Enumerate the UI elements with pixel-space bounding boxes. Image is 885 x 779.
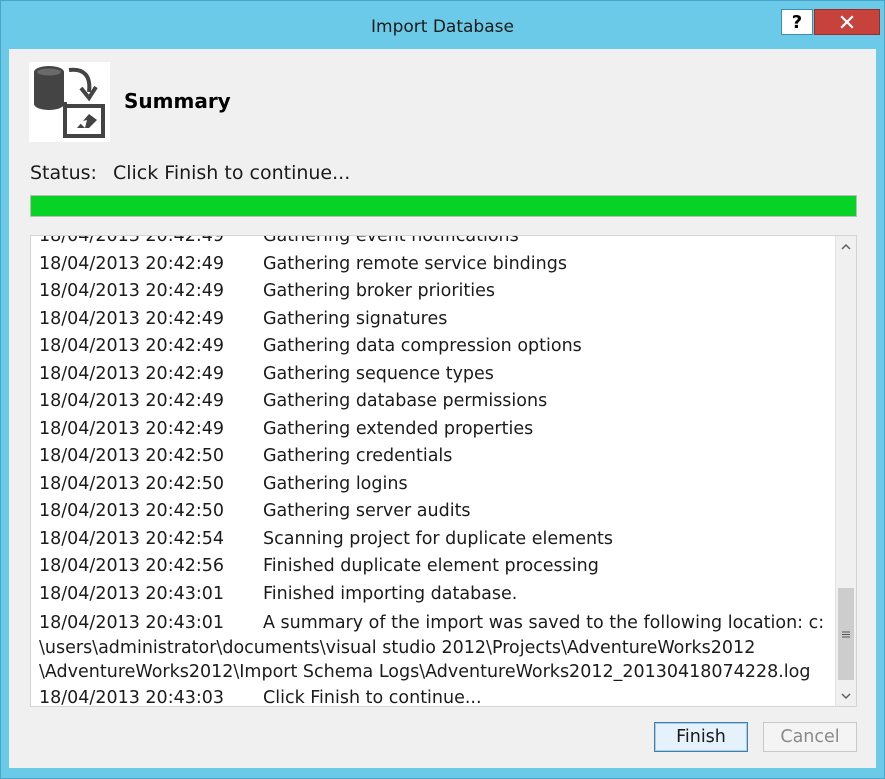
- dialog-window: Import Database ? Summary Status: Click …: [0, 0, 885, 779]
- log-message: Gathering data compression options: [263, 336, 582, 356]
- log-timestamp: 18/04/2013 20:43:03: [39, 687, 225, 707]
- log-row: 18/04/2013 20:42:49 Gathering data compre…: [39, 333, 829, 361]
- help-button[interactable]: ?: [781, 9, 813, 35]
- log-row: 18/04/2013 20:42:49 Gathering broker prio…: [39, 278, 829, 306]
- status-value: Click Finish to continue...: [112, 162, 351, 184]
- progress-bar: [30, 195, 857, 217]
- log-row: 18/04/2013 20:42:50 Gathering credentials: [39, 443, 829, 471]
- status-label: Status:: [30, 162, 97, 184]
- log-timestamp: 18/04/2013 20:42:49: [39, 363, 225, 384]
- log-message: Click Finish to continue...: [263, 687, 482, 707]
- finish-button[interactable]: Finish: [654, 722, 748, 752]
- log-timestamp: 18/04/2013 20:42:49: [39, 391, 225, 411]
- log-row: 18/04/2013 20:42:49 Gathering remote serv…: [39, 251, 829, 279]
- log-message: Gathering database permissions: [263, 391, 548, 411]
- log-message: Gathering logins: [263, 473, 408, 494]
- log-row: 18/04/2013 20:42:50 Gathering server audi…: [39, 498, 829, 526]
- page-title: Summary: [124, 89, 231, 113]
- log-timestamp: 18/04/2013 20:42:49: [39, 308, 225, 329]
- log-message: Gathering sequence types: [263, 363, 494, 384]
- log-timestamp: 18/04/2013 20:42:49: [39, 253, 225, 274]
- log-message: Finished duplicate element processing: [263, 556, 599, 576]
- log-message: Gathering event notifications: [263, 235, 519, 246]
- log-row: 18/04/2013 20:42:49 Gathering sequence ty…: [39, 361, 829, 389]
- log-message: Gathering extended properties: [263, 418, 534, 439]
- vertical-scrollbar[interactable]: [835, 236, 856, 706]
- cancel-button[interactable]: Cancel: [763, 722, 857, 752]
- database-import-icon: [29, 62, 110, 142]
- log-timestamp: 18/04/2013 20:42:54: [39, 528, 225, 549]
- scroll-down-icon: [841, 692, 851, 699]
- log-message-continuation: \AdventureWorks2012\Import Schema Logs\A…: [39, 662, 811, 682]
- window-title: Import Database: [371, 17, 514, 37]
- log-timestamp: 18/04/2013 20:42:49: [39, 235, 225, 246]
- log-message-continuation: \users\administrator\documents\visual st…: [39, 637, 756, 658]
- log-row: 18/04/2013 20:42:49 Gathering event notif…: [39, 235, 829, 251]
- log-row: 18/04/2013 20:42:50 Gathering logins: [39, 471, 829, 499]
- log-row: 18/04/2013 20:43:01 A summary of the impo…: [39, 608, 829, 685]
- scroll-grip-icon: [842, 631, 850, 637]
- log-timestamp: 18/04/2013 20:42:50: [39, 501, 225, 521]
- log-message: Gathering server audits: [263, 501, 471, 521]
- close-icon: [840, 15, 854, 29]
- dialog-body: Summary Status: Click Finish to continue.…: [9, 49, 876, 768]
- log-message: Scanning project for duplicate elements: [263, 528, 614, 549]
- close-button[interactable]: [814, 9, 880, 35]
- log-timestamp: 18/04/2013 20:43:01: [39, 583, 225, 604]
- log-row: 18/04/2013 20:42:56 Finished duplicate el…: [39, 553, 829, 581]
- scroll-up-icon: [841, 243, 851, 250]
- log-list: 18/04/2013 20:42:49 Gathering event notif…: [30, 235, 857, 707]
- log-timestamp: 18/04/2013 20:42:50: [39, 446, 225, 466]
- log-message: Gathering credentials: [263, 446, 453, 466]
- log-row: 18/04/2013 20:42:54 Scanning project for …: [39, 526, 829, 554]
- log-timestamp: 18/04/2013 20:42:49: [39, 281, 225, 301]
- log-timestamp: 18/04/2013 20:43:01: [39, 613, 225, 633]
- log-message: Gathering signatures: [263, 308, 448, 329]
- log-message: Finished importing database.: [263, 583, 518, 604]
- log-timestamp: 18/04/2013 20:42:50: [39, 473, 225, 494]
- log-row: 18/04/2013 20:43:03 Click Finish to conti…: [39, 685, 829, 707]
- log-content: 18/04/2013 20:42:49 Gathering event notif…: [39, 235, 829, 707]
- scroll-up-button[interactable]: [836, 236, 856, 256]
- log-timestamp: 18/04/2013 20:42:56: [39, 556, 225, 576]
- log-row: 18/04/2013 20:42:49 Gathering extended pr…: [39, 416, 829, 444]
- log-timestamp: 18/04/2013 20:42:49: [39, 336, 225, 356]
- log-row: 18/04/2013 20:42:49 Gathering database pe…: [39, 388, 829, 416]
- help-icon: ?: [791, 11, 803, 33]
- log-message: Gathering broker priorities: [263, 281, 496, 301]
- page-header: Summary: [9, 49, 876, 149]
- status-line: Status: Click Finish to continue...: [30, 162, 350, 184]
- scroll-thumb[interactable]: [838, 588, 854, 680]
- log-row: 18/04/2013 20:43:01 Finished importing da…: [39, 581, 829, 609]
- log-timestamp: 18/04/2013 20:42:49: [39, 418, 225, 439]
- log-message: Gathering remote service bindings: [263, 253, 567, 274]
- progress-fill: [31, 196, 856, 216]
- title-bar: Import Database ?: [1, 1, 884, 49]
- log-row: 18/04/2013 20:42:49 Gathering signatures: [39, 306, 829, 334]
- log-message: A summary of the import was saved to the…: [263, 613, 825, 633]
- scroll-down-button[interactable]: [836, 686, 856, 706]
